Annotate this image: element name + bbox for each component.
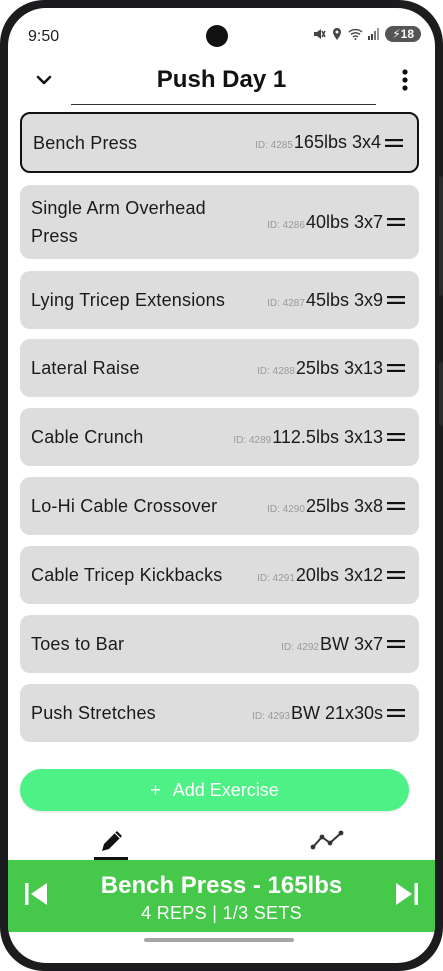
exercise-id: ID: 4285 — [255, 140, 293, 151]
exercise-detail: 25lbs 3x8 — [305, 495, 383, 516]
exercise-detail: 20lbs 3x12 — [295, 564, 383, 585]
exercise-info: ID: 4290 25lbs 3x8 — [267, 496, 405, 517]
exercise-detail: 112.5lbs 3x13 — [272, 426, 383, 447]
exercise-info: ID: 4287 45lbs 3x9 — [267, 290, 405, 311]
status-bar: 9:50 ⚡18 — [8, 8, 435, 52]
front-camera — [206, 25, 228, 47]
exercise-name: Toes to Bar — [31, 634, 125, 654]
exercise-detail: 165lbs 3x4 — [293, 132, 381, 152]
line-chart-icon[interactable] — [310, 829, 344, 853]
exercise-id: ID: 4293 — [252, 710, 290, 722]
location-icon — [333, 28, 342, 40]
workout-player: Bench Press - 165lbs 4 REPS | 1/3 SETS — [8, 860, 435, 932]
status-icons: ⚡18 — [312, 26, 421, 42]
exercise-info: ID: 4285 165lbs 3x4 — [255, 132, 403, 153]
exercise-id: ID: 4286 — [267, 219, 305, 231]
exercise-name: Lateral Raise — [31, 358, 140, 378]
skip-next-icon[interactable] — [393, 880, 421, 908]
exercise-detail: 45lbs 3x9 — [305, 289, 383, 310]
exercise-name: Push Stretches — [31, 703, 156, 723]
volume-button — [439, 362, 443, 426]
exercise-id: ID: 4290 — [267, 503, 305, 515]
drag-handle-icon[interactable] — [387, 295, 405, 305]
drag-handle-icon[interactable] — [387, 363, 405, 373]
exercise-name: Single Arm Overhead Press — [31, 198, 206, 246]
drag-handle-icon[interactable] — [387, 570, 405, 580]
exercise-row[interactable]: Toes to Bar ID: 4292 BW 3x7 — [20, 615, 419, 673]
exercise-info: ID: 4288 25lbs 3x13 — [257, 358, 405, 379]
add-exercise-label: Add Exercise — [172, 779, 279, 800]
drag-handle-icon[interactable] — [385, 138, 403, 148]
title-underline — [71, 104, 376, 105]
exercise-detail: 40lbs 3x7 — [305, 211, 383, 232]
current-exercise-progress: 4 REPS | 1/3 SETS — [141, 903, 302, 923]
exercise-id: ID: 4288 — [257, 365, 295, 377]
current-exercise-title: Bench Press - 165lbs — [100, 872, 343, 899]
exercise-info: ID: 4286 40lbs 3x7 — [267, 212, 405, 233]
exercise-info: ID: 4293 BW 21x30s — [252, 703, 405, 724]
exercise-id: ID: 4289 — [233, 434, 272, 446]
bottom-tabs — [8, 823, 435, 860]
drag-handle-icon[interactable] — [387, 639, 405, 649]
home-indicator[interactable] — [144, 938, 294, 942]
drag-handle-icon[interactable] — [387, 708, 405, 718]
pencil-icon[interactable] — [94, 827, 128, 859]
more-vert-icon[interactable] — [395, 66, 415, 94]
exercise-row[interactable]: Single Arm Overhead Press ID: 4286 40lbs… — [20, 185, 419, 259]
wifi-icon — [348, 28, 363, 40]
screen: 9:50 ⚡18 Push Day 1 Bench Press ID: 4285… — [8, 8, 435, 963]
exercise-detail: BW 21x30s — [290, 702, 383, 723]
exercise-name: Cable Tricep Kickbacks — [31, 565, 223, 585]
status-time: 9:50 — [28, 28, 60, 45]
exercise-row[interactable]: Lying Tricep Extensions ID: 4287 45lbs 3… — [20, 271, 419, 329]
app-header: Push Day 1 — [8, 56, 435, 104]
exercise-id: ID: 4287 — [267, 297, 305, 309]
exercise-row[interactable]: Bench Press ID: 4285 165lbs 3x4 — [20, 112, 419, 173]
exercise-id: ID: 4291 — [257, 572, 295, 584]
battery-indicator: ⚡18 — [385, 26, 421, 42]
mute-icon — [314, 29, 326, 39]
plus-icon: + — [150, 779, 161, 800]
exercise-name: Lo-Hi Cable Crossover — [31, 496, 218, 516]
exercise-row[interactable]: Lo-Hi Cable Crossover ID: 4290 25lbs 3x8 — [20, 477, 419, 535]
exercise-id: ID: 4292 — [281, 641, 319, 653]
exercise-row[interactable]: Push Stretches ID: 4293 BW 21x30s — [20, 684, 419, 742]
drag-handle-icon[interactable] — [387, 501, 405, 511]
exercise-name: Lying Tricep Extensions — [31, 290, 226, 310]
exercise-detail: 25lbs 3x13 — [295, 357, 383, 378]
exercise-info: ID: 4289 112.5lbs 3x13 — [233, 427, 405, 448]
exercise-name: Cable Crunch — [31, 427, 144, 447]
exercise-name: Bench Press — [33, 132, 138, 153]
drag-handle-icon[interactable] — [387, 217, 405, 227]
page-title: Push Day 1 — [156, 66, 287, 93]
add-exercise-button[interactable]: + Add Exercise — [20, 769, 409, 811]
exercise-row[interactable]: Lateral Raise ID: 4288 25lbs 3x13 — [20, 339, 419, 397]
phone-frame: 9:50 ⚡18 Push Day 1 Bench Press ID: 4285… — [0, 0, 443, 971]
exercise-info: ID: 4291 20lbs 3x12 — [257, 565, 405, 586]
signal-icon — [368, 28, 380, 40]
drag-handle-icon[interactable] — [387, 432, 405, 442]
exercise-detail: BW 3x7 — [319, 633, 383, 654]
exercise-row[interactable]: Cable Crunch ID: 4289 112.5lbs 3x13 — [20, 408, 419, 466]
exercise-info: ID: 4292 BW 3x7 — [281, 634, 405, 655]
power-button — [439, 176, 443, 296]
exercise-row[interactable]: Cable Tricep Kickbacks ID: 4291 20lbs 3x… — [20, 546, 419, 604]
battery-level: 18 — [400, 27, 414, 41]
